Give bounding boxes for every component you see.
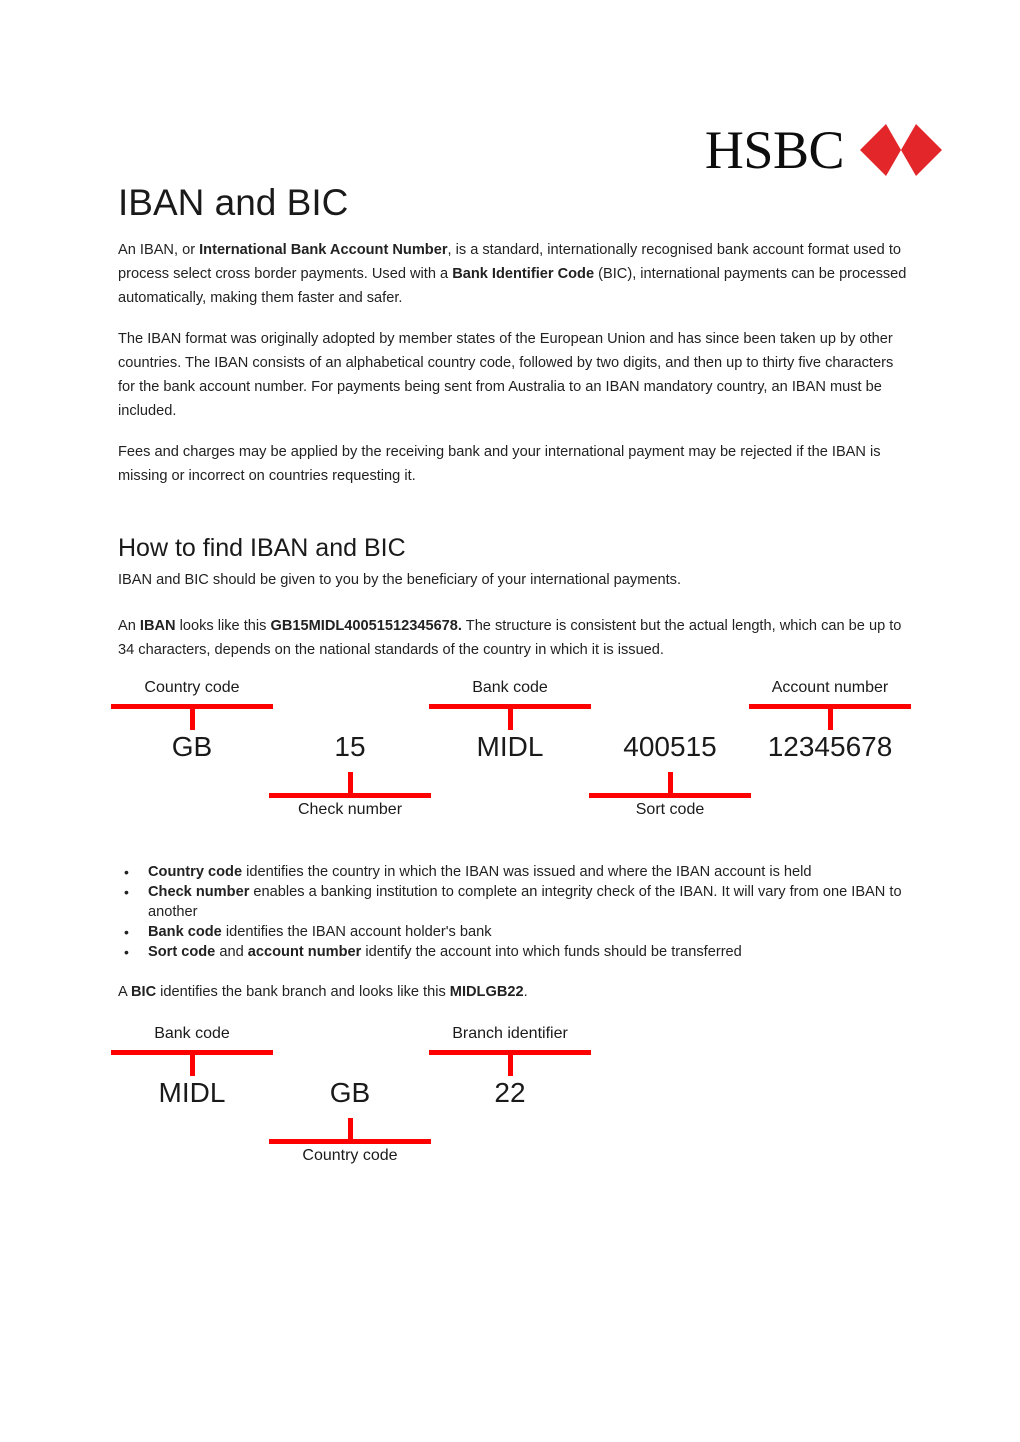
diagram-bracket-stem [190, 1055, 195, 1076]
list-item-bold-2: account number [247, 944, 362, 960]
list-item-text: enables a banking institution to complet… [148, 884, 902, 920]
example-bold-iban: IBAN [139, 618, 176, 634]
diagram-bracket-bar [269, 793, 431, 798]
list-item-bold: Sort code [148, 944, 216, 960]
paragraph-how-to-find: IBAN and BIC should be given to you by t… [118, 572, 681, 588]
iban-structure-diagram: Country code Bank code Account number GB 15 M… [0, 672, 1020, 822]
paragraph-bic: A BIC identifies the bank branch and loo… [118, 980, 908, 1004]
diagram-bracket-stem [668, 772, 673, 793]
bic-structure-diagram: Bank code Branch identifier MIDL GB 22 Countr… [0, 1018, 1020, 1173]
diagram-top-label: Account number [771, 679, 889, 696]
list-item: • Check number enables a banking institut… [118, 882, 908, 922]
list-item-text: identifies the country in which the IBAN… [242, 864, 812, 880]
diagram-top-label: Branch identifier [452, 1025, 568, 1042]
diagram-segment-value: 12345678 [767, 731, 893, 762]
diagram-bracket-bar [269, 1139, 431, 1144]
intro-bold-1: International Bank Account Number [199, 242, 448, 258]
iban-parts-list: • Country code identifies the country in … [118, 862, 908, 962]
bic-text-3: . [523, 984, 528, 1000]
diagram-bracket-stem [828, 709, 833, 730]
diagram-bracket-stem [348, 772, 353, 793]
diagram-segment-value: 22 [494, 1077, 526, 1108]
diagram-bottom-label: Sort code [635, 801, 705, 818]
section-heading-how-to-find: How to find IBAN and BIC [118, 534, 406, 562]
list-item-text: and [215, 944, 248, 960]
bullet-icon: • [124, 884, 129, 900]
list-item: • Sort code and account number identify t… [118, 942, 908, 962]
bic-text-1: A [118, 984, 131, 1000]
paragraph-fees: Fees and charges may be applied by the r… [118, 444, 881, 484]
diagram-top-label: Country code [144, 679, 240, 696]
bic-bold-1: BIC [130, 984, 157, 1000]
diagram-bracket-bar [589, 793, 751, 798]
list-item-bold: Country code [148, 864, 243, 880]
bullet-icon: • [124, 924, 129, 940]
paragraph-intro: An IBAN, or International Bank Account N… [118, 238, 908, 310]
list-item-text-2: identify the account into which funds sh… [361, 944, 742, 960]
paragraph-iban-example: An IBAN looks like this GB15MIDL40051512… [118, 614, 908, 662]
diagram-bottom-label: Check number [297, 801, 403, 818]
bic-bold-value: MIDLGB22 [449, 984, 524, 1000]
intro-bold-2: Bank Identifier Code [452, 266, 595, 282]
diagram-top-label: Bank code [154, 1025, 230, 1042]
hsbc-wordmark: HSBC [704, 120, 845, 180]
diagram-bracket-stem [190, 709, 195, 730]
list-item-bold: Check number [148, 884, 250, 900]
paragraph-format: The IBAN format was originally adopted b… [118, 331, 894, 419]
diagram-bracket-stem [508, 709, 513, 730]
list-item-text: identifies the IBAN account holder's ban… [221, 924, 492, 940]
diagram-bracket-stem [508, 1055, 513, 1076]
list-item-bold: Bank code [148, 924, 222, 940]
page-title: IBAN and BIC [118, 182, 349, 223]
document-page: HSBC IBAN and BIC An IBAN, or Internatio… [0, 0, 1020, 1442]
intro-text-1: An IBAN, or [118, 242, 200, 258]
hsbc-logo: HSBC [660, 122, 942, 178]
list-item: • Country code identifies the country in … [118, 862, 908, 882]
list-item: • Bank code identifies the IBAN account h… [118, 922, 908, 942]
bullet-icon: • [124, 864, 129, 880]
diagram-bottom-label: Country code [302, 1147, 398, 1164]
bullet-icon: • [124, 944, 129, 960]
bic-text-2: identifies the bank branch and looks lik… [156, 984, 450, 1000]
example-bold-iban-value: GB15MIDL40051512345678. [270, 618, 462, 634]
example-text-1: An [118, 618, 140, 634]
diagram-top-label: Bank code [472, 679, 548, 696]
diagram-bracket-stem [348, 1118, 353, 1139]
example-text-2: looks like this [175, 618, 271, 634]
hsbc-hexagon-icon [860, 124, 942, 176]
